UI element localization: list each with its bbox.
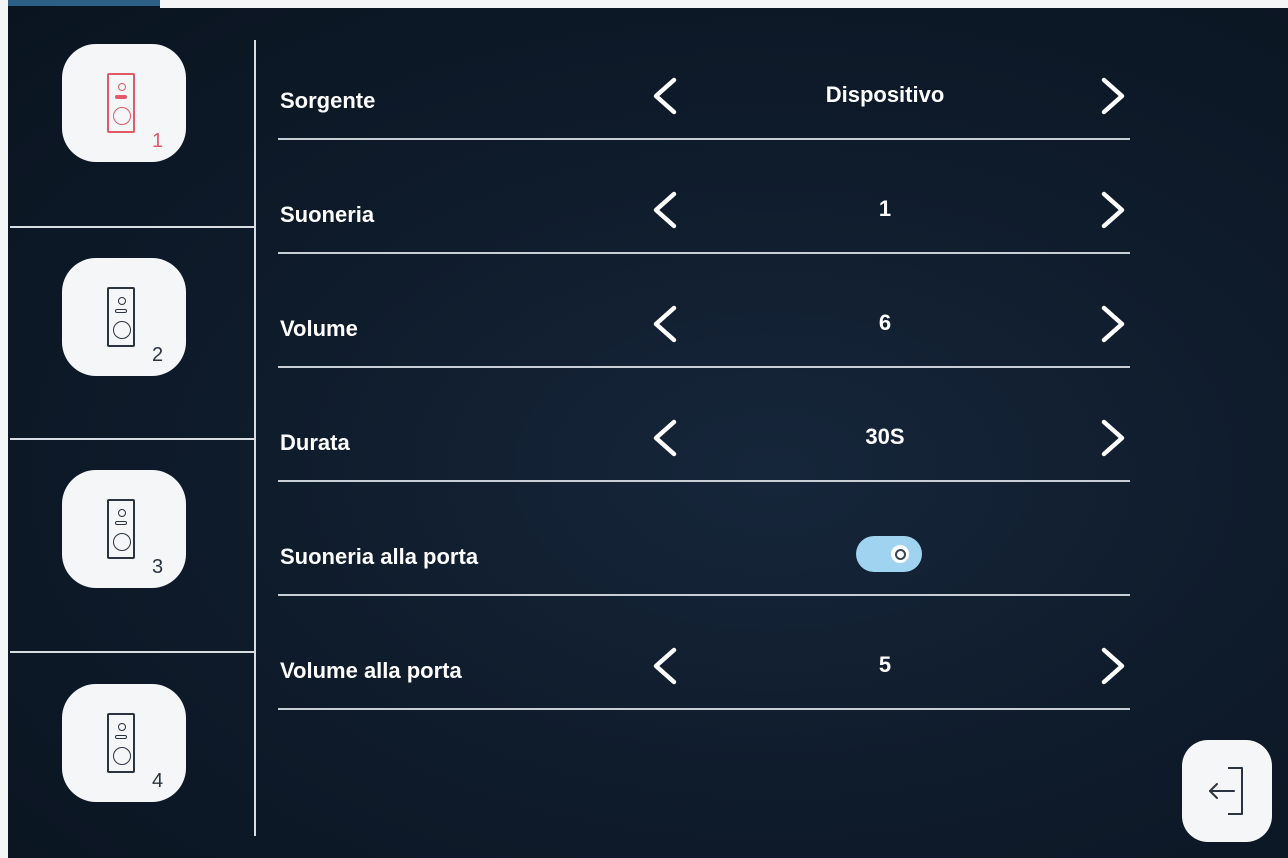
chevron-left-icon[interactable]: [648, 646, 682, 686]
chevron-left-icon[interactable]: [648, 76, 682, 116]
row-divider: [278, 480, 1130, 482]
row-divider: [278, 594, 1130, 596]
setting-value: 5: [878, 652, 892, 677]
doorbell-icon: [107, 287, 135, 347]
chevron-right-icon[interactable]: [1096, 304, 1130, 344]
setting-label: Suoneria: [280, 202, 375, 227]
sidebar-separator: [10, 226, 254, 228]
sidebar-separator: [10, 651, 254, 653]
device-button-4[interactable]: 4: [62, 684, 186, 802]
back-button[interactable]: [1182, 740, 1272, 842]
setting-row-ringtone: Suoneria 1: [280, 184, 1130, 244]
setting-row-door-ringtone: Suoneria alla porta: [280, 526, 1130, 586]
chevron-right-icon[interactable]: [1096, 646, 1130, 686]
door-ringtone-toggle[interactable]: [856, 536, 922, 572]
row-divider: [278, 138, 1130, 140]
row-divider: [278, 366, 1130, 368]
setting-value: Dispositivo: [825, 82, 945, 107]
chevron-left-icon[interactable]: [648, 190, 682, 230]
chevron-right-icon[interactable]: [1096, 76, 1130, 116]
setting-label: Volume: [280, 316, 358, 341]
screen: 1 2 3 4 Sorgente Dispositivo Suoneria 1 …: [0, 0, 1288, 858]
exit-icon: [1209, 767, 1243, 815]
chevron-left-icon[interactable]: [648, 304, 682, 344]
device-number: 1: [152, 130, 164, 152]
setting-value: 1: [878, 196, 892, 221]
setting-row-duration: Durata 30S: [280, 412, 1130, 472]
doorbell-icon: [107, 499, 135, 559]
setting-label: Durata: [280, 430, 350, 455]
setting-row-volume: Volume 6: [280, 298, 1130, 358]
device-button-2[interactable]: 2: [62, 258, 186, 376]
sidebar-divider: [254, 40, 256, 836]
top-bar-accent: [0, 0, 160, 6]
toggle-knob: [891, 545, 909, 563]
device-number: 3: [152, 556, 164, 578]
left-border: [0, 0, 8, 858]
chevron-left-icon[interactable]: [648, 418, 682, 458]
doorbell-icon: [107, 713, 135, 773]
chevron-right-icon[interactable]: [1096, 190, 1130, 230]
setting-row-source: Sorgente Dispositivo: [280, 70, 1130, 130]
doorbell-icon: [107, 73, 135, 133]
row-divider: [278, 708, 1130, 710]
device-button-1[interactable]: 1: [62, 44, 186, 162]
device-number: 4: [152, 770, 164, 792]
setting-label: Volume alla porta: [280, 658, 462, 683]
device-number: 2: [152, 344, 164, 366]
setting-row-door-volume: Volume alla porta 5: [280, 640, 1130, 700]
setting-value: 6: [878, 310, 892, 335]
top-bar-border: [160, 0, 1288, 8]
sidebar-separator: [10, 438, 254, 440]
device-button-3[interactable]: 3: [62, 470, 186, 588]
row-divider: [278, 252, 1130, 254]
setting-label: Sorgente: [280, 88, 376, 113]
setting-label: Suoneria alla porta: [280, 544, 479, 569]
setting-value: 30S: [865, 424, 905, 449]
chevron-right-icon[interactable]: [1096, 418, 1130, 458]
